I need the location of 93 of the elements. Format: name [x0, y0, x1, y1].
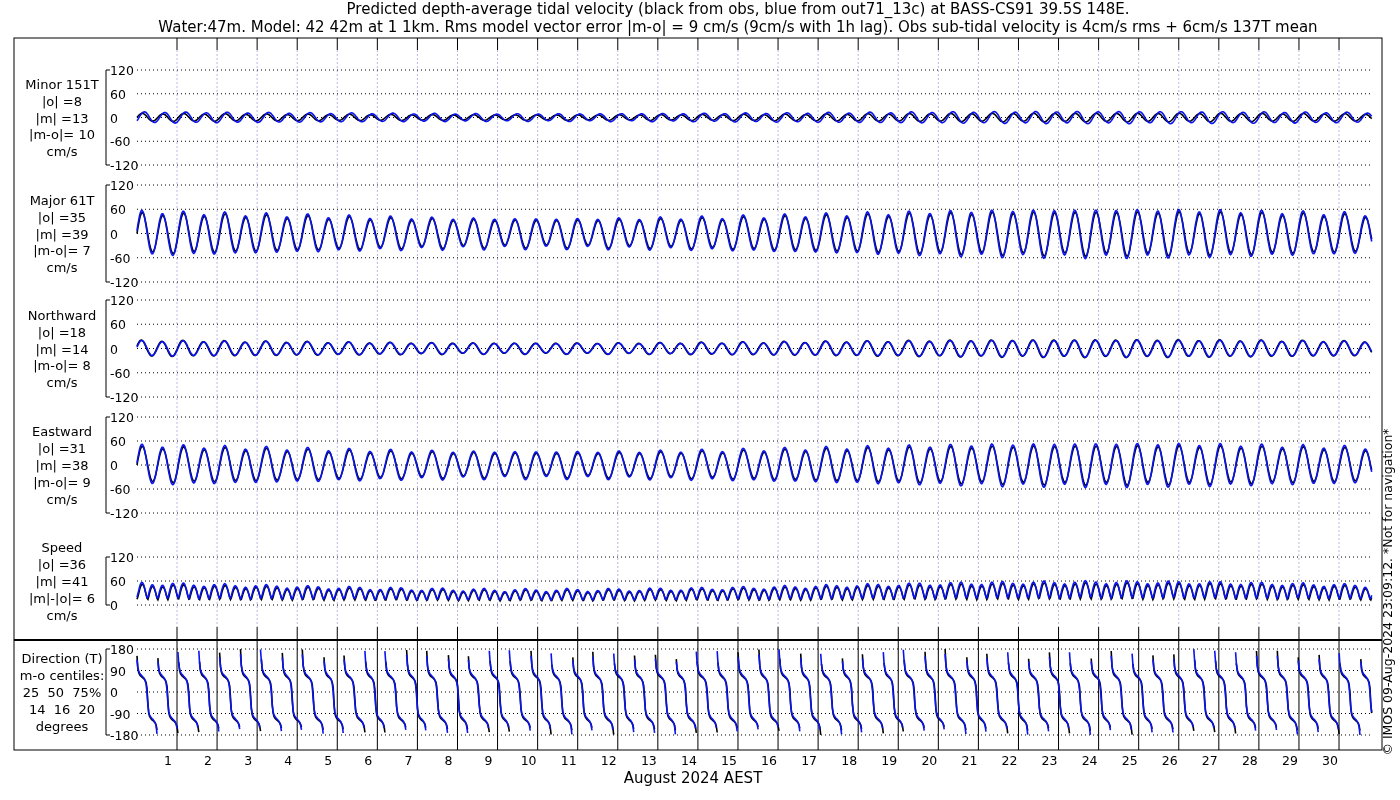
x-tick-label: 30 [1322, 753, 1338, 768]
panel-label: Eastward [32, 424, 92, 440]
panel-label: 25 50 75% [22, 685, 102, 700]
y-tick-label: 120 [110, 178, 134, 193]
panel-label: degrees [35, 718, 89, 734]
panel-label: Speed [41, 540, 83, 556]
x-tick-label: 10 [520, 753, 537, 768]
y-tick-label: -60 [110, 482, 131, 497]
y-tick-label: 60 [110, 317, 126, 333]
panel-label: |m-o|= 7 [33, 243, 91, 259]
panel-label: |m-o|= 10 [29, 127, 95, 143]
panel-label: Minor 151T [25, 76, 99, 92]
y-tick-label: -180 [110, 728, 139, 743]
y-tick-label: 180 [110, 642, 134, 657]
panel-label: |o| =36 [37, 557, 87, 573]
panel-label: cm/s [46, 607, 78, 623]
y-tick-label: -120 [110, 275, 139, 290]
x-tick-label: 21 [961, 753, 978, 768]
panel-label: Direction (T) [21, 651, 103, 667]
y-tick-label: 0 [110, 226, 118, 242]
y-tick-label: -120 [110, 390, 139, 405]
panel-label: |m|-|o|= 6 [28, 590, 96, 606]
x-tick-label: 18 [841, 753, 858, 768]
y-axis [105, 556, 111, 606]
x-tick-label: 27 [1201, 753, 1218, 768]
y-tick-label: 0 [110, 341, 118, 357]
x-tick-label: 17 [801, 753, 818, 768]
y-tick-label: 120 [110, 410, 134, 425]
panel-label: cm/s [46, 260, 78, 276]
plot-title: Water:47m. Model: 42 42m at 1 1km. Rms model vector error |m-o| = 9 cm/s (9cm/s with 1h lag). Obs sub-tidal velocity is 4cm/s rms + 6cm/s 137T mean [158, 18, 1318, 36]
panel-label: |o| =35 [37, 209, 87, 225]
y-tick-label: -120 [110, 506, 139, 521]
panel-label: |m-o|= 8 [33, 358, 91, 374]
x-tick-label: 23 [1041, 753, 1058, 768]
y-tick-label: 60 [110, 202, 126, 218]
x-tick-label: 8 [444, 753, 453, 768]
x-tick-label: 22 [1001, 753, 1018, 768]
y-tick-label: -60 [110, 365, 131, 381]
panel-label: cm/s [46, 375, 78, 391]
x-tick-label: 25 [1121, 753, 1138, 768]
panel-label: cm/s [46, 491, 78, 507]
x-tick-label: 20 [921, 753, 938, 768]
copyright-note: © IMOS 09-Aug-2024 23:09:12. *Not for navigation* [1380, 428, 1395, 756]
y-tick-label: -120 [110, 158, 139, 173]
x-tick-label: 16 [761, 753, 777, 768]
x-tick-label: 3 [244, 753, 253, 768]
x-tick-label: 15 [721, 753, 737, 768]
x-tick-label: 6 [364, 753, 373, 768]
y-tick-label: 60 [110, 86, 126, 102]
panel-label: |o| =18 [37, 324, 87, 340]
x-tick-label: 4 [284, 753, 293, 768]
y-tick-label: 60 [110, 434, 126, 449]
x-tick-label: 26 [1161, 753, 1178, 768]
x-tick-label: 13 [640, 753, 657, 768]
y-tick-label: 0 [110, 598, 118, 613]
panel-label: |m-o|= 9 [33, 474, 91, 490]
y-tick-label: 120 [110, 550, 134, 565]
y-tick-label: -60 [110, 250, 131, 266]
panel-label: |o| =8 [42, 93, 82, 109]
plot-title: Predicted depth-average tidal velocity (black from obs, blue from out71_13c) at BASS-CS91 39.5S 148E. [346, 0, 1130, 18]
x-tick-label: 2 [204, 753, 213, 768]
panel-label: Northward [27, 307, 97, 323]
x-tick-label: 11 [560, 753, 577, 768]
y-tick-label: 0 [110, 110, 118, 126]
y-tick-label: 0 [110, 685, 118, 700]
x-tick-label: 5 [324, 753, 333, 768]
x-tick-label: 24 [1081, 753, 1098, 768]
panel-label: |m| =38 [35, 458, 89, 473]
panel-label: cm/s [46, 144, 78, 160]
y-tick-label: 0 [110, 458, 118, 473]
y-tick-label: -90 [110, 706, 131, 722]
x-tick-label: 12 [600, 753, 617, 768]
x-tick-label: 29 [1282, 753, 1298, 768]
panel-label: |m| =13 [35, 110, 89, 126]
y-tick-label: 120 [110, 293, 134, 308]
x-tick-label: 9 [484, 753, 493, 768]
x-tick-label: 28 [1241, 753, 1258, 768]
panel-label: |m| =14 [35, 341, 89, 357]
x-axis-label: August 2024 AEST [623, 769, 763, 787]
y-tick-label: 60 [110, 574, 126, 589]
panel-label: 14 16 20 [28, 701, 96, 717]
panel-label: m-o centiles: [19, 668, 105, 684]
panel-label: Major 61T [29, 192, 95, 208]
panel-label: |m| =41 [35, 574, 89, 589]
y-tick-label: 120 [110, 63, 134, 78]
x-tick-label: 7 [404, 753, 413, 768]
panel-label: |m| =39 [35, 226, 89, 242]
x-tick-label: 14 [680, 753, 697, 768]
x-tick-label: 19 [881, 753, 898, 768]
y-tick-label: -60 [110, 134, 131, 150]
panel-label: |o| =31 [37, 441, 87, 457]
y-tick-label: 90 [110, 663, 126, 679]
x-tick-label: 1 [164, 753, 172, 768]
